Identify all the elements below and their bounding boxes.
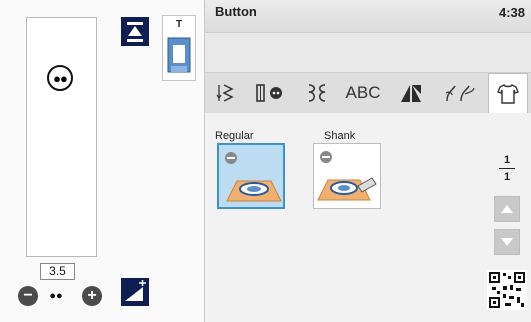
left-panel: ●● T 3.5 − ●● + (0, 0, 205, 322)
presser-foot-icon (167, 37, 191, 73)
qr-code-icon[interactable] (487, 270, 527, 310)
width-decrease-button[interactable]: − (18, 286, 38, 306)
stitch-label-regular: Regular (215, 130, 254, 142)
stitch-card-shank[interactable] (313, 143, 381, 209)
tension-adjust-button[interactable] (121, 278, 149, 306)
foot-letter: T (175, 19, 183, 30)
page-total: 1 (503, 171, 511, 183)
adjust-slope-icon (125, 280, 146, 301)
tab-floral[interactable] (437, 77, 483, 109)
decorative-stitch-icon (308, 84, 326, 102)
stitch-zigzag-icon (216, 84, 234, 102)
tab-buttonholes[interactable] (249, 77, 291, 109)
category-tabs: ABC (205, 72, 531, 114)
tab-garment[interactable] (488, 73, 528, 114)
presser-foot-indicator: T (162, 15, 196, 81)
needle-up-icon (127, 21, 143, 42)
floral-icon (445, 85, 475, 102)
button-stitch-icon: ●● (47, 65, 73, 91)
scroll-up-button[interactable] (494, 196, 520, 222)
tab-alphabet[interactable]: ABC (342, 77, 384, 109)
tab-utility-stitches[interactable] (209, 77, 245, 109)
clock: 4:38 (498, 5, 525, 20)
quilt-icon (401, 85, 421, 102)
button-sew-shank-icon (317, 151, 377, 201)
scroll-down-button[interactable] (494, 229, 520, 255)
page-indicator: 1 1 (497, 154, 517, 183)
tab-quilting[interactable] (391, 77, 431, 109)
button-sew-regular-icon (225, 152, 282, 202)
stitch-label-shank: Shank (324, 130, 356, 142)
stitch-width-value: 3.5 (40, 263, 75, 280)
arrow-down-icon (501, 238, 513, 246)
needle-position-button[interactable] (121, 17, 149, 46)
title-bar: Button 4:38 (205, 0, 531, 33)
tab-decorative[interactable] (297, 77, 337, 109)
stitch-width-icon: ●● (49, 290, 63, 302)
stitch-preview: ●● (26, 17, 97, 257)
width-increase-button[interactable]: + (82, 286, 102, 306)
arrow-up-icon (501, 205, 513, 213)
page-current: 1 (503, 154, 511, 166)
buttonhole-icon (256, 84, 282, 102)
stitch-card-regular[interactable] (217, 143, 285, 209)
stitch-selection-area: Regular Shank (205, 113, 531, 322)
garment-icon (497, 84, 519, 104)
page-title: Button (215, 4, 257, 19)
